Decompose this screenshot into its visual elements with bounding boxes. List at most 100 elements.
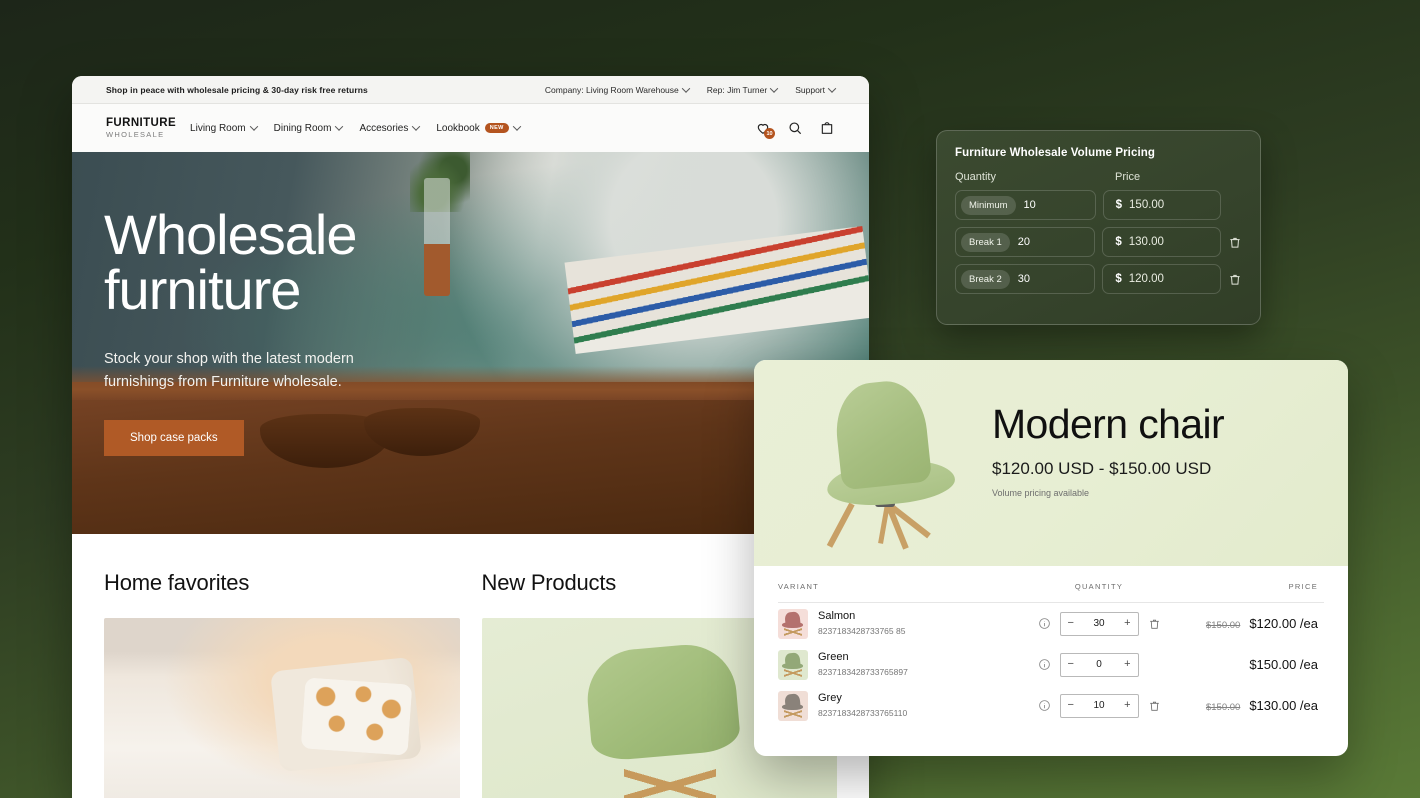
hero-subtitle: Stock your shop with the latest modern f… [104, 350, 354, 390]
product-chair-image [809, 377, 979, 550]
quantity-stepper[interactable]: − 10 + [1059, 693, 1139, 718]
tier-quantity-value: 10 [1023, 199, 1036, 211]
variant-table-header: VARIANT QUANTITY PRICE [778, 582, 1324, 603]
price-cell: $150.00 /ea [1184, 657, 1324, 672]
trash-icon[interactable] [1228, 235, 1242, 250]
price-input[interactable]: $ 150.00 [1102, 190, 1222, 220]
chair-seat-shape [583, 641, 742, 763]
thumb-legs [784, 667, 802, 678]
quantity-input[interactable]: Break 2 30 [955, 264, 1096, 294]
quantity-value[interactable]: 10 [1093, 700, 1104, 711]
bag-icon[interactable] [819, 120, 835, 136]
tier-tag: Break 2 [961, 269, 1010, 289]
nav-item-dining-room[interactable]: Dining Room [273, 122, 344, 134]
nav-item-living-room[interactable]: Living Room [190, 122, 258, 134]
hero-content: Wholesale furniture Stock your shop with… [72, 152, 869, 457]
variant-sku: 8237183428733765 85 [818, 626, 906, 637]
announcement-links: Company: Living Room Warehouse Rep: Jim … [544, 83, 837, 95]
variant-sku: 8237183428733765110 [818, 708, 908, 719]
collection-image-bedding[interactable] [104, 618, 460, 798]
chevron-down-icon [827, 83, 837, 93]
announcement-bar: Shop in peace with wholesale pricing & 3… [72, 76, 869, 104]
tier-quantity-value: 30 [1017, 273, 1030, 285]
table-row: Salmon 8237183428733765 85 − 30 + $150.0… [778, 603, 1324, 644]
brand-name: FURNITURE [106, 117, 177, 130]
tier-price-value: 120.00 [1128, 273, 1164, 285]
quantity-cell: − 30 + [1014, 611, 1184, 636]
variant-thumbnail-salmon[interactable] [778, 608, 808, 639]
variant-sku: 8237183428733765897 [818, 667, 908, 678]
current-price: $120.00 /ea [1249, 616, 1318, 631]
quantity-input[interactable]: Minimum 10 [955, 190, 1096, 220]
volume-pricing-headers: Quantity Price [955, 171, 1242, 183]
decrement-button[interactable]: − [1068, 618, 1074, 629]
decrement-button[interactable]: − [1068, 659, 1074, 670]
chevron-down-icon [512, 122, 522, 131]
company-selector[interactable]: Company: Living Room Warehouse [544, 83, 690, 95]
increment-button[interactable]: + [1124, 659, 1130, 670]
chevron-down-icon [249, 122, 258, 131]
info-icon[interactable] [1038, 617, 1051, 630]
volume-pricing-row: Minimum 10 $ 150.00 [955, 190, 1242, 220]
quantity-value[interactable]: 30 [1093, 618, 1104, 629]
table-row: Green 8237183428733765897 − 0 + $150.00 … [778, 644, 1324, 685]
product-info: Modern chair $120.00 USD - $150.00 USD V… [992, 404, 1225, 499]
rep-selector[interactable]: Rep: Jim Turner [707, 83, 779, 95]
chair-leg [826, 502, 855, 548]
trash-icon[interactable] [1148, 617, 1161, 631]
nav-item-label: Lookbook [436, 122, 480, 134]
variant-name: Salmon [818, 610, 856, 623]
brand-tagline: WHOLESALE [106, 130, 165, 140]
variant-table: VARIANT QUANTITY PRICE Salmon 8237183428… [754, 566, 1348, 726]
collections-section: Home favorites New Products [72, 534, 869, 798]
tier-price-value: 150.00 [1129, 199, 1165, 211]
quantity-input[interactable]: Break 1 20 [955, 227, 1096, 257]
price-cell: $150.00 $130.00 /ea [1184, 698, 1324, 713]
hero-title: Wholesale furniture [104, 203, 357, 321]
quantity-column-header: QUANTITY [1074, 582, 1124, 591]
decrement-button[interactable]: − [1068, 700, 1074, 711]
original-price: $150.00 [1205, 702, 1241, 713]
quantity-stepper[interactable]: − 30 + [1059, 611, 1139, 636]
tier-price-value: 130.00 [1128, 236, 1164, 248]
product-detail-card: Modern chair $120.00 USD - $150.00 USD V… [754, 360, 1348, 756]
chevron-down-icon [769, 83, 779, 93]
support-menu[interactable]: Support [795, 83, 837, 95]
announcement-text: Shop in peace with wholesale pricing & 3… [106, 84, 368, 95]
current-price: $130.00 /ea [1249, 698, 1318, 713]
new-badge: NEW [484, 123, 509, 133]
variant-thumbnail-green[interactable] [778, 649, 808, 680]
quantity-value[interactable]: 0 [1096, 659, 1102, 670]
chevron-down-icon [412, 122, 421, 131]
brand-logo[interactable]: FURNITURE WHOLESALE [106, 117, 176, 139]
nav-item-accesories[interactable]: Accesories [359, 122, 421, 134]
nav-item-lookbook[interactable]: Lookbook NEW [436, 122, 522, 134]
volume-pricing-row: Break 1 20 $ 130.00 [955, 227, 1242, 257]
increment-button[interactable]: + [1124, 618, 1130, 629]
wishlist-count-badge: 10 [764, 128, 775, 139]
variant-labels: Green 8237183428733765897 [818, 650, 908, 678]
info-icon[interactable] [1038, 658, 1051, 671]
tier-quantity-value: 20 [1017, 236, 1030, 248]
variant-cell: Grey 8237183428733765110 [778, 690, 1014, 721]
nav-item-label: Dining Room [273, 122, 332, 134]
variant-thumbnail-grey[interactable] [778, 690, 808, 721]
info-icon[interactable] [1038, 699, 1051, 712]
product-hero: Modern chair $120.00 USD - $150.00 USD V… [754, 360, 1348, 566]
heart-icon[interactable]: 10 [755, 120, 775, 139]
company-selector-label: Company: Living Room Warehouse [544, 84, 679, 95]
currency-symbol: $ [1115, 273, 1122, 285]
variant-column-header: VARIANT [778, 582, 820, 591]
table-row: Grey 8237183428733765110 − 10 + $150.00 … [778, 685, 1324, 726]
volume-pricing-title: Furniture Wholesale Volume Pricing [955, 147, 1155, 159]
currency-symbol: $ [1115, 236, 1122, 248]
price-input[interactable]: $ 120.00 [1102, 264, 1221, 294]
chair-legs-shape [623, 752, 717, 798]
price-input[interactable]: $ 130.00 [1102, 227, 1221, 257]
increment-button[interactable]: + [1124, 700, 1130, 711]
shop-case-packs-button[interactable]: Shop case packs [104, 420, 244, 457]
quantity-stepper[interactable]: − 0 + [1059, 652, 1139, 677]
trash-icon[interactable] [1228, 272, 1242, 287]
search-icon[interactable] [787, 120, 803, 136]
trash-icon[interactable] [1148, 699, 1161, 713]
